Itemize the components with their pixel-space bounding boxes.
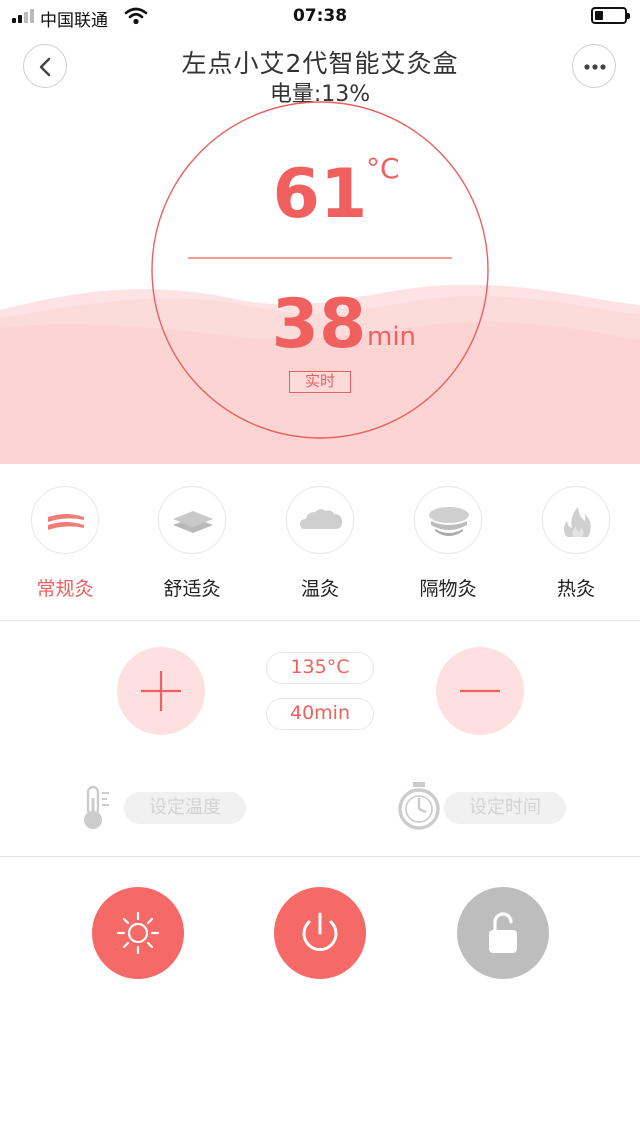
mode-hot[interactable]: 热灸 (521, 486, 631, 606)
plus-icon (141, 671, 181, 711)
set-time-value: 40min (266, 698, 374, 730)
mode-label: 舒适灸 (163, 578, 221, 600)
thermometer-icon (84, 785, 109, 829)
set-time-input[interactable]: 设定时间 (444, 792, 566, 824)
power-icon (302, 912, 338, 952)
mode-label: 隔物灸 (419, 578, 477, 600)
remaining-time: 38 (271, 285, 367, 364)
battery-level (595, 11, 604, 20)
page-title: 左点小艾2代智能艾灸盒 (181, 49, 459, 78)
temperature-unit: °C (366, 152, 400, 185)
regular-moxibustion-icon (48, 514, 84, 530)
sun-icon (116, 911, 160, 955)
status-bar: 中国联通 07:38 (0, 0, 640, 34)
decrease-button[interactable] (436, 647, 524, 735)
status-time: 07:38 (292, 6, 348, 26)
more-icon (584, 64, 606, 70)
mode-warm[interactable]: 温灸 (265, 486, 375, 606)
mode-label: 热灸 (556, 578, 595, 600)
lock-button[interactable] (457, 887, 549, 979)
realtime-badge: 实时 (289, 371, 351, 393)
mode-label: 温灸 (300, 578, 339, 600)
warm-moxibustion-icon (300, 509, 342, 529)
power-button[interactable] (274, 887, 366, 979)
time-unit: min (367, 322, 417, 352)
divider (0, 620, 640, 621)
stopwatch-icon (398, 782, 440, 830)
hot-moxibustion-icon (564, 507, 591, 537)
comfort-moxibustion-icon (173, 511, 213, 533)
battery-icon (591, 7, 630, 24)
mode-label: 常规灸 (36, 578, 94, 600)
set-temperature-input[interactable]: 设定温度 (124, 792, 246, 824)
lock-icon (489, 912, 517, 953)
partition-moxibustion-icon (429, 507, 469, 536)
mode-partition[interactable]: 隔物灸 (393, 486, 503, 606)
mode-regular[interactable]: 常规灸 (10, 486, 120, 606)
mode-comfort[interactable]: 舒适灸 (137, 486, 247, 606)
divider (0, 856, 640, 857)
status-display: 61 °C 38 min 实时 (0, 100, 640, 464)
more-button[interactable] (572, 44, 616, 88)
set-temperature-value: 135°C (266, 652, 374, 684)
minus-icon (460, 689, 500, 693)
increase-button[interactable] (117, 647, 205, 735)
heat-button[interactable] (92, 887, 184, 979)
